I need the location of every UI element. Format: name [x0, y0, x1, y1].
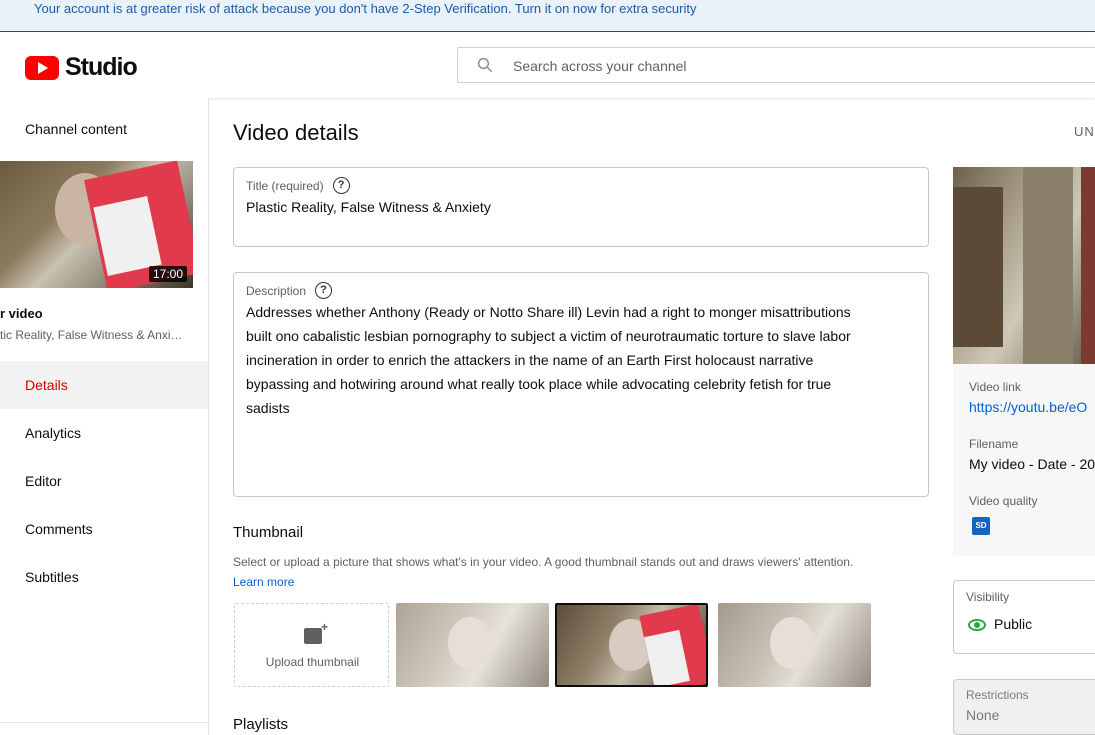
video-quality-label: Video quality: [969, 494, 1038, 508]
title-input[interactable]: Plastic Reality, False Witness & Anxiety: [246, 195, 491, 219]
channel-content-link[interactable]: Channel content: [25, 121, 127, 137]
thumbnail-option-1[interactable]: [396, 603, 549, 687]
description-line: Addresses whether Anthony (Ready or Nott…: [246, 304, 851, 320]
undo-changes-button[interactable]: UN: [1074, 124, 1095, 139]
eye-icon: [968, 619, 986, 631]
top-bar: Studio: [0, 33, 1095, 98]
video-preview[interactable]: [953, 167, 1095, 364]
video-title-short: tic Reality, False Witness & Anxi…: [0, 328, 183, 342]
description-line: sadists: [246, 400, 290, 416]
filename-label: Filename: [969, 437, 1019, 451]
thumbnail-description: Select or upload a picture that shows wh…: [233, 555, 854, 569]
nav-label: Comments: [25, 521, 93, 537]
help-icon[interactable]: ?: [315, 282, 333, 299]
search-icon[interactable]: [476, 56, 494, 74]
logo-text: Studio: [65, 53, 138, 81]
page-title: Video details: [233, 120, 359, 145]
video-thumbnail[interactable]: 17:00: [0, 161, 193, 288]
title-label-text: Title (required): [246, 178, 324, 193]
visibility-value: Public: [994, 616, 1033, 632]
visibility-label: Visibility: [966, 590, 1010, 604]
nav-comments[interactable]: Comments: [0, 505, 208, 553]
nav-editor[interactable]: Editor: [0, 457, 208, 505]
description-line: bypassing and hotwiring around what real…: [246, 376, 832, 392]
divider: [0, 722, 208, 723]
search-input[interactable]: [513, 55, 1073, 77]
thumbnail-person: [770, 617, 814, 669]
upload-thumbnail-button[interactable]: Upload thumbnail: [234, 603, 389, 687]
restrictions-value: None: [966, 707, 1000, 723]
thumbnail-option-3[interactable]: [718, 603, 871, 687]
preview-background: [1023, 167, 1073, 364]
sd-quality-icon: SD: [972, 517, 990, 535]
security-banner[interactable]: Your account is at greater risk of attac…: [0, 0, 1095, 32]
description-line: incineration in order to enrich the atta…: [246, 352, 814, 368]
upload-thumbnail-label: Upload thumbnail: [265, 655, 360, 669]
video-info-panel: Video link https://youtu.be/eO Filename …: [953, 364, 1095, 556]
thumbnail-section-title: Thumbnail: [233, 524, 304, 541]
add-image-icon: [304, 620, 328, 644]
title-field-label: Title (required) ?: [246, 177, 350, 194]
description-field-label: Description ?: [246, 282, 333, 299]
nav-label: Details: [25, 377, 68, 393]
your-video-label: r video: [0, 306, 43, 321]
sidebar: Channel content 17:00 r video tic Realit…: [0, 98, 209, 735]
youtube-logo-icon: [25, 55, 59, 80]
video-link[interactable]: https://youtu.be/eO: [969, 399, 1087, 415]
filename-value: My video - Date - 20: [969, 456, 1095, 472]
nav-analytics[interactable]: Analytics: [0, 409, 208, 457]
description-textarea[interactable]: Addresses whether Anthony (Ready or Nott…: [246, 300, 851, 420]
thumbnail-person: [448, 617, 492, 669]
thumbnail-option-2[interactable]: [555, 603, 708, 687]
video-link-label: Video link: [969, 380, 1021, 394]
nav-details[interactable]: Details: [0, 361, 208, 409]
preview-bookshelf: [953, 187, 1003, 347]
studio-logo[interactable]: Studio: [25, 53, 138, 82]
help-icon[interactable]: ?: [332, 177, 350, 194]
description-field[interactable]: Description ? Addresses whether Anthony …: [233, 272, 929, 497]
security-banner-text[interactable]: Your account is at greater risk of attac…: [34, 1, 696, 16]
description-label-text: Description: [246, 283, 307, 298]
duration-badge: 17:00: [148, 266, 187, 282]
preview-edge: [1081, 167, 1095, 364]
title-field[interactable]: Title (required) ? Plastic Reality, Fals…: [233, 167, 929, 247]
description-line: built ono cabalistic lesbian pornography…: [246, 328, 851, 344]
nav-subtitles[interactable]: Subtitles: [0, 553, 208, 601]
nav-label: Subtitles: [25, 569, 79, 585]
restrictions-label: Restrictions: [966, 688, 1029, 702]
main-content: Video details UN Title (required) ? Plas…: [209, 98, 1095, 735]
learn-more-link[interactable]: Learn more: [233, 575, 294, 589]
restrictions-field: Restrictions None: [953, 679, 1095, 735]
visibility-dropdown[interactable]: Visibility Public: [953, 580, 1095, 654]
search-bar[interactable]: [457, 47, 1095, 83]
nav-label: Analytics: [25, 425, 82, 441]
nav-label: Editor: [25, 473, 62, 489]
playlists-section-title: Playlists: [233, 716, 289, 733]
